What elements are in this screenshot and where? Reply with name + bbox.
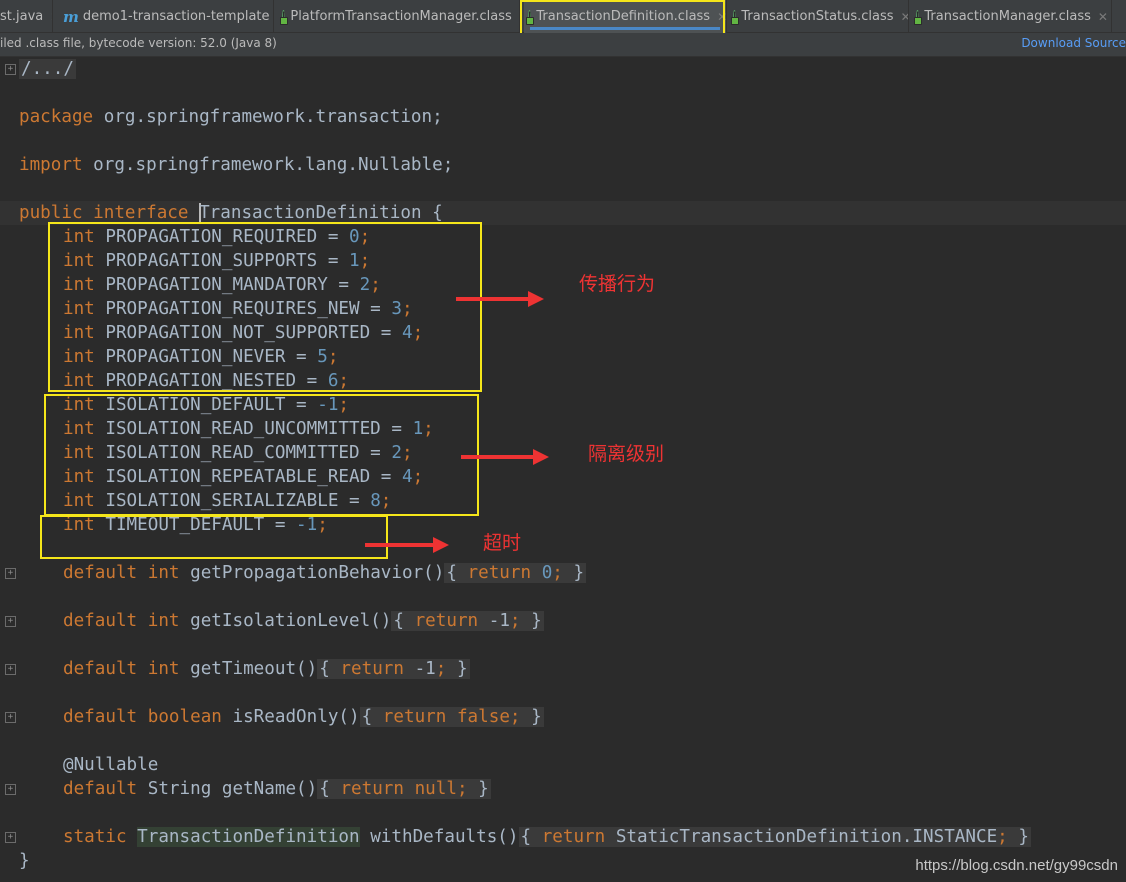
- code-line-package: package org.springframework.transaction;: [19, 107, 443, 127]
- constant-line: int TIMEOUT_DEFAULT = -1;: [63, 515, 328, 535]
- decompiled-message: iled .class file, bytecode version: 52.0…: [0, 36, 277, 50]
- method-line: default boolean isReadOnly(){ return fal…: [63, 707, 544, 727]
- fold-icon[interactable]: +: [5, 784, 16, 795]
- tab-test-java[interactable]: st.java ✕: [0, 0, 53, 33]
- code-line-interface-declaration: public interface TransactionDefinition {: [19, 203, 443, 223]
- constant-line: int PROPAGATION_SUPPORTS = 1;: [63, 251, 371, 271]
- interface-class-icon: I: [914, 10, 924, 25]
- method-line: default int getIsolationLevel(){ return …: [63, 611, 544, 631]
- tab-label: TransactionManager.class: [924, 9, 1091, 24]
- fold-icon[interactable]: +: [5, 64, 16, 75]
- propagation-label: 传播行为: [579, 273, 656, 295]
- constant-line: int PROPAGATION_REQUIRED = 0;: [63, 227, 371, 247]
- tab-label: TransactionDefinition.class: [536, 9, 711, 24]
- interface-class-icon: I: [731, 10, 741, 25]
- method-line: default int getTimeout(){ return -1; }: [63, 659, 470, 679]
- constant-line: int ISOLATION_SERIALIZABLE = 8;: [63, 491, 392, 511]
- method-line-static: static TransactionDefinition withDefault…: [63, 827, 1031, 847]
- fold-icon[interactable]: +: [5, 832, 16, 843]
- editor-tab-bar: st.java ✕ m demo1-transaction-template ✕…: [0, 0, 1126, 33]
- constant-line: int PROPAGATION_NESTED = 6;: [63, 371, 350, 391]
- tab-label: PlatformTransactionManager.class: [290, 9, 512, 24]
- tab-platform-transaction-manager[interactable]: I PlatformTransactionManager.class ✕: [278, 0, 520, 33]
- constant-line: int PROPAGATION_MANDATORY = 2;: [63, 275, 381, 295]
- tab-transaction-status[interactable]: I TransactionStatus.class ✕: [729, 0, 909, 33]
- close-icon[interactable]: ✕: [50, 10, 52, 24]
- method-line: default int getPropagationBehavior(){ re…: [63, 563, 587, 583]
- code-editor[interactable]: + /.../ package org.springframework.tran…: [0, 57, 1126, 882]
- arrow-icon: [365, 537, 449, 553]
- module-icon: m: [63, 7, 79, 26]
- tab-label: TransactionStatus.class: [741, 9, 894, 24]
- constant-line: int ISOLATION_DEFAULT = -1;: [63, 395, 350, 415]
- close-icon[interactable]: ✕: [519, 10, 520, 24]
- method-line: default String getName(){ return null; }: [63, 779, 491, 799]
- arrow-icon: [461, 449, 549, 465]
- code-line: /.../: [19, 59, 76, 79]
- tab-label: demo1-transaction-template: [82, 9, 270, 24]
- tab-demo1-transaction-template[interactable]: m demo1-transaction-template ✕: [59, 0, 274, 33]
- closing-brace-line: }: [19, 851, 30, 871]
- interface-class-icon: I: [280, 10, 290, 25]
- constant-line: int ISOLATION_REPEATABLE_READ = 4;: [63, 467, 424, 487]
- close-icon[interactable]: ✕: [901, 10, 908, 24]
- annotation-line: @Nullable: [63, 755, 159, 775]
- constant-line: int PROPAGATION_REQUIRES_NEW = 3;: [63, 299, 413, 319]
- code-line-import: import org.springframework.lang.Nullable…: [19, 155, 454, 175]
- constant-line: int PROPAGATION_NEVER = 5;: [63, 347, 339, 367]
- decompiled-info-bar: iled .class file, bytecode version: 52.0…: [0, 33, 1126, 57]
- fold-icon[interactable]: +: [5, 616, 16, 627]
- constant-line: int ISOLATION_READ_COMMITTED = 2;: [63, 443, 413, 463]
- download-source-link[interactable]: Download Source: [1021, 33, 1126, 54]
- fold-icon[interactable]: +: [5, 712, 16, 723]
- close-icon[interactable]: ✕: [717, 10, 726, 24]
- arrow-icon: [456, 291, 544, 307]
- tab-transaction-definition[interactable]: I TransactionDefinition.class ✕: [524, 0, 727, 33]
- timeout-label: 超时: [483, 532, 522, 554]
- isolation-label: 隔离级别: [588, 443, 665, 465]
- fold-icon[interactable]: +: [5, 568, 16, 579]
- tab-transaction-manager[interactable]: I TransactionManager.class ✕: [912, 0, 1112, 33]
- fold-icon[interactable]: +: [5, 664, 16, 675]
- close-icon[interactable]: ✕: [1098, 10, 1108, 24]
- watermark: https://blog.csdn.net/gy99csdn: [915, 857, 1118, 874]
- constant-line: int PROPAGATION_NOT_SUPPORTED = 4;: [63, 323, 424, 343]
- tab-label: st.java: [0, 9, 44, 24]
- interface-class-icon: I: [526, 10, 536, 25]
- constant-line: int ISOLATION_READ_UNCOMMITTED = 1;: [63, 419, 434, 439]
